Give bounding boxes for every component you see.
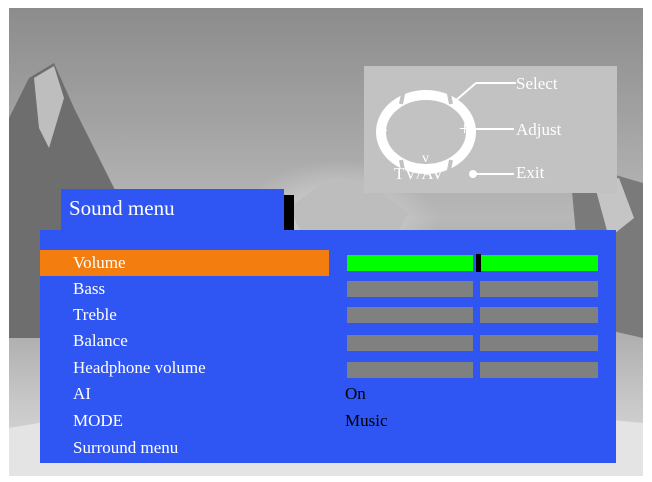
adjust-hint-label: Adjust bbox=[516, 120, 562, 139]
plus-icon[interactable]: + bbox=[459, 119, 470, 139]
menu-item-mode[interactable]: MODE bbox=[40, 408, 329, 434]
volume-level-marker[interactable] bbox=[476, 254, 481, 272]
volume-slider[interactable] bbox=[347, 254, 598, 272]
ai-value: On bbox=[345, 384, 366, 403]
menu-item-balance[interactable]: Balance bbox=[40, 328, 329, 354]
menu-item-volume[interactable]: Volume bbox=[40, 250, 329, 276]
menu-title: Sound menu bbox=[61, 189, 284, 230]
menu-item-headphone-volume[interactable]: Headphone volume bbox=[40, 355, 329, 381]
exit-hint-label: Exit bbox=[516, 163, 545, 182]
balance-slider[interactable] bbox=[347, 335, 598, 351]
remote-help-panel: ^ v - + Select Adjust Exit TV/AV bbox=[364, 66, 617, 193]
tvav-button-label[interactable]: TV/AV bbox=[394, 165, 444, 182]
treble-slider[interactable] bbox=[347, 307, 598, 323]
select-hint-label: Select bbox=[516, 74, 558, 93]
menu-item-treble[interactable]: Treble bbox=[40, 302, 329, 328]
mode-value: Music bbox=[345, 411, 388, 430]
up-arrow-icon[interactable]: ^ bbox=[421, 90, 428, 107]
menu-item-surround-menu[interactable]: Surround menu bbox=[40, 435, 329, 461]
bass-slider[interactable] bbox=[347, 281, 598, 297]
menu-item-ai[interactable]: AI bbox=[40, 381, 329, 407]
sound-menu-panel: Volume Bass Treble Balance Headphone vol… bbox=[40, 230, 616, 463]
minus-icon[interactable]: - bbox=[381, 119, 388, 139]
menu-item-bass[interactable]: Bass bbox=[40, 276, 329, 302]
headphone-volume-slider[interactable] bbox=[347, 362, 598, 378]
